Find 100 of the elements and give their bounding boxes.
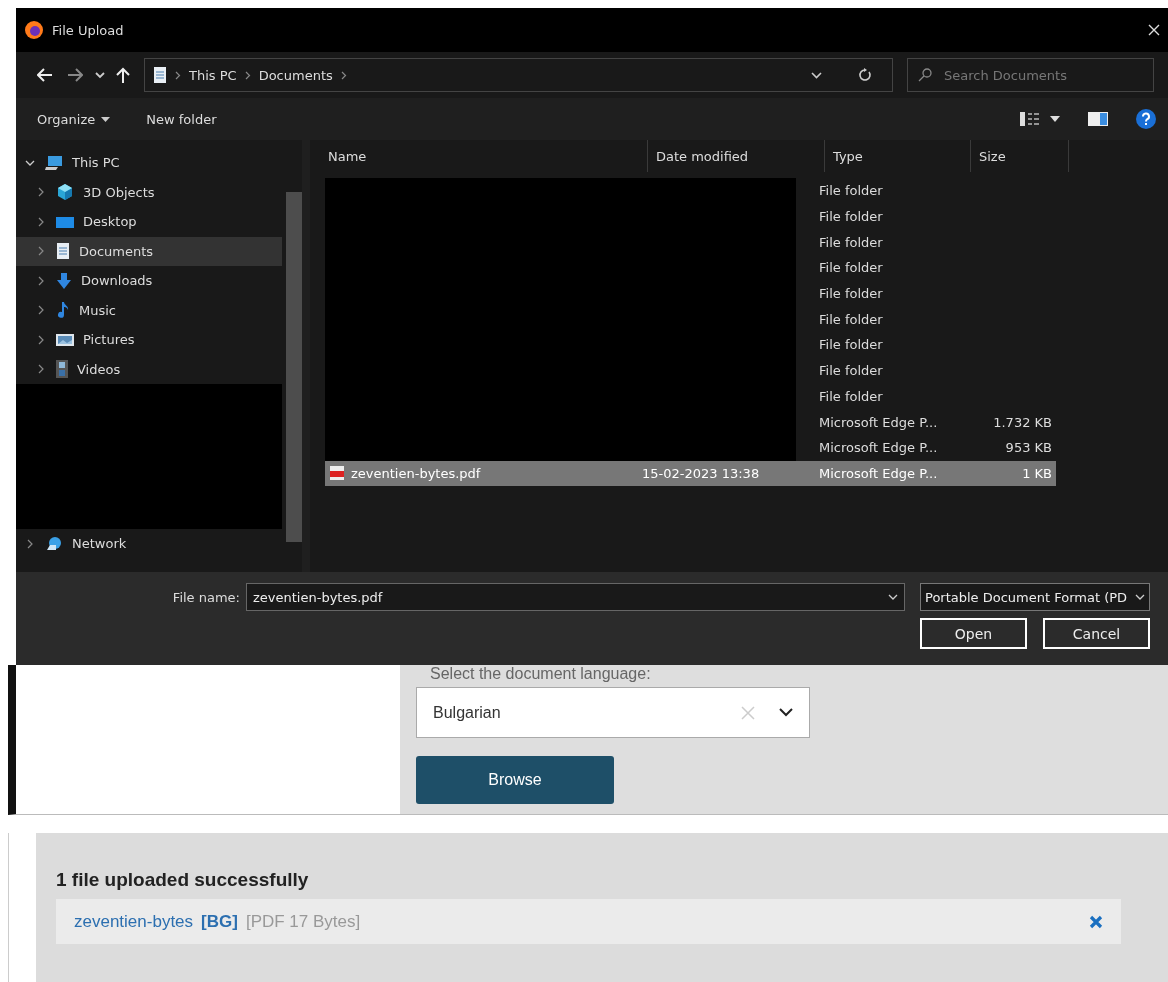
dialog-button[interactable]: Open: [920, 618, 1027, 649]
file-row[interactable]: File folder: [325, 332, 1056, 358]
file-row[interactable]: File folder: [325, 203, 1056, 230]
language-code: [BG]: [201, 911, 238, 932]
pictures-icon: [56, 332, 74, 347]
download-icon: [56, 271, 72, 290]
tree-item[interactable]: Downloads: [16, 266, 282, 296]
film-icon: [56, 360, 68, 379]
file-type: File folder: [819, 234, 883, 250]
file-type: File folder: [819, 311, 883, 327]
file-row[interactable]: Microsoft Edge P... 953 KB: [325, 434, 1056, 461]
tree-item[interactable]: Network: [16, 529, 282, 559]
help-icon[interactable]: [1136, 109, 1156, 129]
chevron-right-icon[interactable]: [37, 246, 45, 257]
pdf-file-icon: [329, 465, 345, 482]
computer-icon: [45, 154, 63, 171]
back-arrow-icon[interactable]: [37, 68, 53, 82]
file-type: File folder: [819, 363, 883, 379]
refresh-icon[interactable]: [858, 68, 872, 82]
cube-icon: [56, 183, 74, 202]
upload-status-heading: 1 file uploaded successfully: [56, 869, 310, 891]
scrollbar[interactable]: [286, 192, 302, 542]
browser-logo-icon: [24, 20, 44, 40]
date-modified: 15-02-2023 13:38: [642, 465, 760, 481]
desktop-icon: [56, 214, 74, 229]
file-info: [PDF 17 Bytes]: [245, 911, 361, 932]
chevron-right-icon[interactable]: [37, 275, 45, 286]
column-header[interactable]: Type: [825, 140, 971, 172]
file-type: Microsoft Edge P...: [819, 440, 938, 456]
file-type: File folder: [819, 209, 883, 225]
chevron-down-icon[interactable]: [25, 158, 35, 167]
close-icon[interactable]: [1148, 24, 1160, 36]
dialog-button[interactable]: Cancel: [1043, 618, 1150, 649]
browse-button[interactable]: Browse: [416, 756, 614, 804]
file-type: File folder: [819, 183, 883, 199]
document-icon: [56, 242, 70, 261]
chevron-right-icon[interactable]: [37, 187, 45, 198]
file-type: File folder: [819, 388, 883, 404]
tree-item[interactable]: Music: [16, 295, 282, 325]
toolbar-button[interactable]: New folder: [146, 111, 217, 127]
document-icon: [153, 66, 167, 84]
chevron-down-icon: [888, 594, 898, 600]
remove-icon[interactable]: [1089, 914, 1103, 929]
file-row[interactable]: File folder: [325, 255, 1056, 281]
music-note-icon: [56, 301, 70, 320]
breadcrumb-item[interactable]: This PC: [189, 67, 237, 83]
tree-item[interactable]: 3D Objects: [16, 177, 282, 207]
column-header[interactable]: Name: [320, 140, 648, 172]
toolbar-button[interactable]: Organize: [37, 111, 111, 127]
file-row[interactable]: File folder: [325, 178, 1056, 204]
chevron-right-icon: [175, 70, 181, 80]
file-size: 1.732 KB: [993, 414, 1052, 430]
address-bar[interactable]: This PC Documents: [144, 58, 893, 92]
preview-pane-icon[interactable]: [1088, 112, 1108, 126]
chevron-right-icon: [244, 70, 251, 80]
view-list-icon[interactable]: [1020, 112, 1040, 126]
chevron-right-icon: [340, 70, 347, 80]
field-label: Select the document language:: [430, 665, 652, 684]
file-type: File folder: [819, 286, 883, 302]
file-type-dropdown[interactable]: Portable Document Format (PD: [920, 583, 1150, 611]
file-size: 953 KB: [1005, 440, 1052, 456]
file-type: File folder: [819, 260, 883, 276]
tree-item[interactable]: Desktop: [16, 207, 282, 237]
file-row[interactable]: File folder: [325, 229, 1056, 256]
file-row[interactable]: Microsoft Edge P... 1.732 KB: [325, 409, 1056, 435]
up-arrow-icon[interactable]: [116, 67, 130, 83]
file-row[interactable]: File folder: [325, 306, 1056, 333]
file-name-field[interactable]: zeventien-bytes.pdf: [246, 583, 905, 611]
file-row[interactable]: File folder: [325, 280, 1056, 307]
breadcrumb-item[interactable]: Documents: [258, 67, 333, 83]
tree-item[interactable]: Documents: [16, 236, 282, 266]
search-icon: [918, 68, 932, 82]
column-header[interactable]: Size: [971, 140, 1069, 172]
file-type: Microsoft Edge P...: [819, 414, 938, 430]
forward-arrow-icon[interactable]: [67, 68, 83, 82]
chevron-right-icon[interactable]: [37, 305, 45, 316]
field-label: File name:: [171, 589, 241, 605]
file-row[interactable]: File folder: [325, 383, 1056, 410]
chevron-down-icon[interactable]: [779, 708, 793, 717]
chevron-right-icon[interactable]: [37, 364, 45, 375]
file-link[interactable]: zeventien-bytes: [74, 911, 194, 932]
file-row[interactable]: zeventien-bytes.pdf 15-02-2023 13:38 Microsoft Edge P... 1 KB: [325, 460, 1056, 487]
tree-item[interactable]: Videos: [16, 354, 282, 384]
file-size: 1 KB: [1022, 465, 1052, 481]
caret-icon[interactable]: [1050, 116, 1060, 122]
chevron-right-icon[interactable]: [26, 538, 34, 549]
file-type: File folder: [819, 337, 883, 353]
file-row[interactable]: File folder: [325, 357, 1056, 384]
column-header[interactable]: Date modified: [648, 140, 825, 172]
language-select[interactable]: Bulgarian: [416, 687, 810, 738]
chevron-down-icon: [1135, 594, 1145, 600]
window-title: File Upload: [52, 22, 125, 38]
chevron-right-icon[interactable]: [37, 216, 45, 227]
chevron-right-icon[interactable]: [37, 334, 45, 345]
network-icon: [45, 534, 63, 553]
search-field[interactable]: Search Documents: [907, 58, 1154, 92]
file-type: Microsoft Edge P...: [819, 465, 938, 481]
tree-item[interactable]: Pictures: [16, 325, 282, 355]
caret-icon: [101, 116, 111, 122]
tree-item[interactable]: This PC: [16, 148, 282, 178]
